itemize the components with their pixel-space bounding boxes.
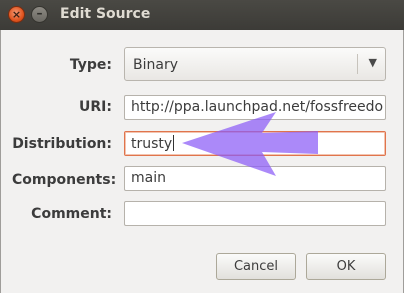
close-icon: × — [11, 8, 22, 21]
minimize-window-button[interactable]: – — [31, 6, 48, 23]
uri-input[interactable]: http://ppa.launchpad.net/fossfreedo — [124, 95, 386, 120]
text-caret — [173, 135, 175, 151]
minimize-icon: – — [36, 6, 43, 20]
distribution-input-text: trusty — [131, 135, 175, 152]
components-input[interactable]: main — [124, 166, 386, 191]
distribution-input[interactable]: trusty — [124, 131, 386, 156]
comment-label: Comment: — [31, 206, 112, 222]
type-label: Type: — [69, 57, 112, 73]
ok-button[interactable]: OK — [306, 253, 386, 280]
close-window-button[interactable]: × — [8, 6, 25, 23]
chevron-down-icon: ▼ — [368, 56, 377, 69]
uri-input-text: http://ppa.launchpad.net/fossfreedo — [131, 99, 384, 115]
cancel-button[interactable]: Cancel — [216, 253, 296, 280]
distribution-label: Distribution: — [12, 136, 112, 152]
type-selected-value: Binary — [133, 57, 178, 73]
title-bar: × – Edit Source — [0, 0, 404, 30]
dropdown-separator — [357, 54, 358, 74]
comment-input[interactable] — [124, 201, 386, 226]
type-dropdown[interactable]: Binary ▼ — [124, 47, 386, 81]
components-input-text: main — [131, 170, 166, 186]
uri-label: URI: — [79, 99, 112, 115]
components-label: Components: — [12, 172, 117, 188]
window-title: Edit Source — [60, 6, 151, 22]
